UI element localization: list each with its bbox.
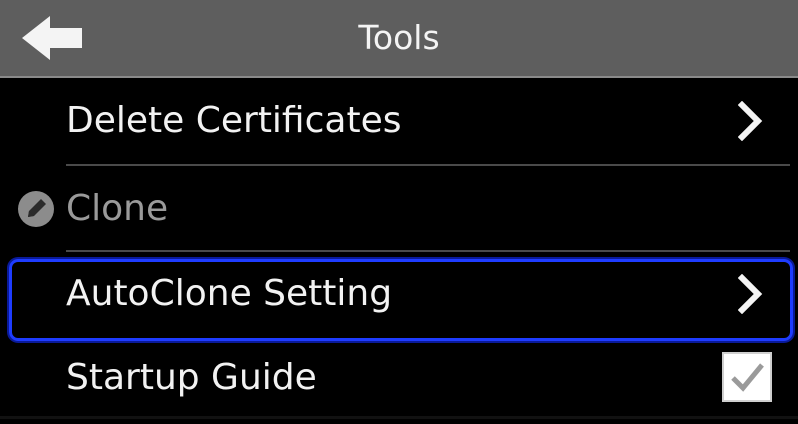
header-bar: Tools (0, 0, 798, 78)
list-item-autoclone-setting[interactable]: AutoClone Setting (0, 252, 798, 338)
tools-screen: Tools Delete Certificates Clone AutoClon… (0, 0, 798, 419)
chevron-right-icon (737, 273, 764, 315)
list-item-label: Delete Certificates (66, 100, 402, 141)
list-item-label: AutoClone Setting (66, 273, 393, 314)
list-item-clone: Clone (0, 166, 798, 252)
list-item-delete-certificates[interactable]: Delete Certificates (0, 78, 798, 164)
list-item-startup-guide[interactable]: Startup Guide (0, 338, 798, 424)
page-title: Tools (358, 18, 440, 57)
list-item-label: Clone (66, 188, 169, 229)
startup-guide-checkbox[interactable] (722, 352, 772, 402)
arrow-left-icon (20, 14, 86, 62)
back-button[interactable] (20, 14, 86, 62)
chevron-right-icon (737, 100, 764, 142)
list-item-label: Startup Guide (66, 357, 317, 398)
pencil-icon (18, 191, 54, 227)
